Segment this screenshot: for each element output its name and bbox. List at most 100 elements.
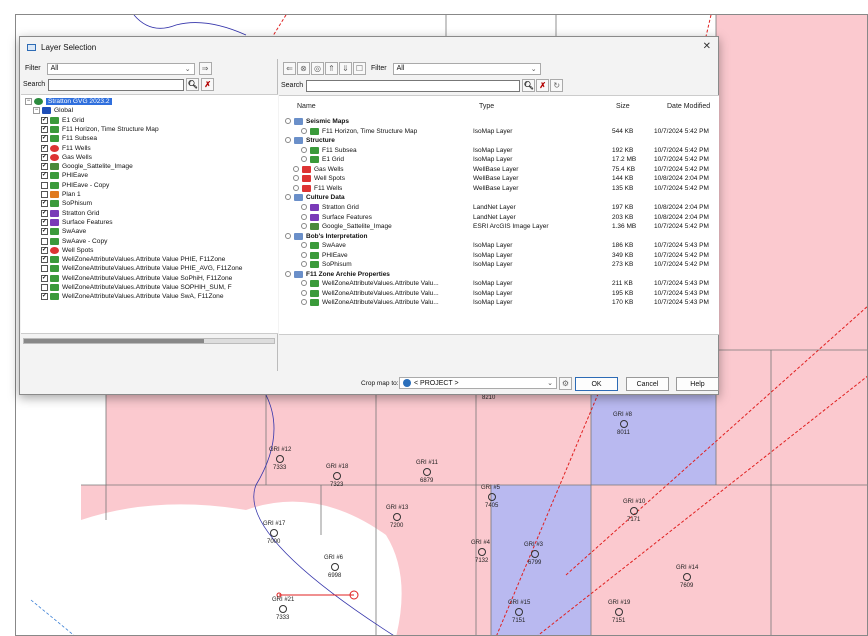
tree-item[interactable]: ✓ SwAave [41, 227, 86, 236]
layer-checkbox[interactable]: ✓ [41, 246, 48, 254]
table-row[interactable]: F11 Wells WellBase Layer 135 KB 10/7/2024 5… [279, 184, 719, 193]
visibility-icon[interactable] [293, 165, 299, 172]
well-symbol[interactable]: GRI #12 7333 [269, 447, 295, 475]
move-right-icon[interactable]: ⇒ [198, 62, 212, 75]
tree-item[interactable]: ✓ PHIEave [41, 171, 88, 180]
table-row[interactable]: E1 Grid IsoMap Layer 17.2 MB 10/7/2024 5:42… [279, 155, 719, 164]
table-row[interactable]: SwAave IsoMap Layer 186 KB 10/7/2024 5:43 P… [279, 241, 719, 250]
table-row[interactable]: WellZoneAttributeValues.Attribute Valu..… [279, 298, 719, 307]
visibility-icon[interactable] [301, 223, 307, 230]
layer-checkbox[interactable]: ✓ [41, 153, 48, 161]
column-header-date[interactable]: Date Modified [667, 103, 710, 110]
table-row[interactable]: F11 Horizon, Time Structure Map IsoMap La… [279, 127, 719, 136]
column-header-name[interactable]: Name [297, 103, 316, 110]
right-filter-dropdown[interactable]: All ⌄ [392, 62, 541, 75]
tree-item[interactable]: WellZoneAttributeValues.Attribute Value … [41, 283, 232, 292]
tree-item[interactable]: WellZoneAttributeValues.Attribute Value … [41, 264, 242, 273]
layer-checkbox[interactable]: ✓ [41, 293, 48, 301]
layer-checkbox[interactable]: ✓ [41, 228, 48, 236]
layer-checkbox[interactable]: ✓ [41, 116, 48, 124]
search-icon[interactable]: 🔍︎ [186, 78, 200, 91]
layer-checkbox[interactable]: ✓ [41, 135, 48, 143]
table-row[interactable]: SoPhisum IsoMap Layer 273 KB 10/7/2024 5:42… [279, 260, 719, 269]
crop-settings-icon[interactable]: ⚙ [559, 377, 572, 390]
group-row[interactable]: Culture Data [279, 193, 719, 202]
expand-icon[interactable]: − [33, 107, 40, 115]
properties-icon[interactable]: ☐ [353, 62, 366, 75]
layer-checkbox[interactable] [41, 181, 48, 189]
visibility-icon[interactable] [293, 184, 299, 191]
visibility-icon[interactable] [301, 242, 307, 249]
visibility-icon[interactable] [301, 146, 307, 153]
crop-dropdown[interactable]: < PROJECT > ⌄ [399, 377, 557, 389]
search-icon[interactable]: 🔍︎ [522, 79, 536, 92]
well-symbol[interactable]: GRI #21 7333 [272, 597, 298, 625]
visibility-icon[interactable] [301, 213, 307, 220]
layer-checkbox[interactable]: ✓ [41, 200, 48, 208]
layer-checkbox[interactable]: ✓ [41, 209, 48, 217]
tree-item[interactable]: ✓ F11 Horizon, Time Structure Map [41, 125, 159, 134]
visibility-icon[interactable] [301, 280, 307, 287]
layer-checkbox[interactable]: ✓ [41, 144, 48, 152]
layer-tree[interactable]: − Stratton GVG 2023.2− Global ✓ E1 Grid ✓ F11 … [21, 94, 278, 334]
table-row[interactable]: PHIEave IsoMap Layer 349 KB 10/7/2024 5:42 … [279, 251, 719, 260]
table-row[interactable]: Surface Features LandNet Layer 203 KB 10/8/… [279, 213, 719, 222]
table-row[interactable]: Well Spots WellBase Layer 144 KB 10/8/2024 … [279, 174, 719, 183]
table-row[interactable]: WellZoneAttributeValues.Attribute Valu..… [279, 289, 719, 298]
expand-icon[interactable] [285, 270, 291, 277]
layer-checkbox[interactable]: ✓ [41, 256, 48, 264]
visibility-icon[interactable] [301, 251, 307, 258]
group-row[interactable]: Bob's Interpretation [279, 232, 719, 241]
tree-item[interactable]: ✓ SoPhisum [41, 199, 92, 208]
column-header-size[interactable]: Size [616, 103, 630, 110]
tree-item[interactable]: ✓ WellZoneAttributeValues.Attribute Value… [41, 292, 224, 301]
horizontal-scrollbar[interactable] [23, 338, 275, 344]
layer-checkbox[interactable] [41, 265, 48, 273]
help-button[interactable]: Help [676, 377, 719, 391]
remove-icon[interactable]: ⊗ [297, 62, 310, 75]
visibility-icon[interactable] [301, 127, 307, 134]
visibility-icon[interactable] [301, 299, 307, 306]
move-left-icon[interactable]: ⇐ [283, 62, 296, 75]
expand-icon[interactable] [285, 118, 291, 124]
well-symbol[interactable]: GRI #13 7200 [386, 505, 412, 533]
well-symbol[interactable]: GRI #15 7151 [508, 600, 534, 628]
tree-item[interactable]: ✓ Gas Wells [41, 153, 92, 162]
layer-checkbox[interactable] [41, 284, 48, 291]
ok-button[interactable]: OK [575, 377, 618, 391]
tree-item[interactable]: ✓ Surface Features [41, 218, 113, 227]
clear-search-icon[interactable]: ✗ [201, 78, 215, 91]
layer-checkbox[interactable]: ✓ [41, 218, 48, 226]
well-symbol[interactable]: GRI #4 7132 [471, 540, 497, 568]
well-symbol[interactable]: GRI #11 6879 [416, 460, 442, 488]
group-row[interactable]: F11 Zone Archie Properties [279, 270, 719, 279]
layer-checkbox[interactable]: ✓ [41, 274, 48, 282]
tree-item[interactable]: ✓ Well Spots [41, 246, 93, 255]
expand-icon[interactable] [285, 137, 291, 144]
well-symbol[interactable]: GRI #6 6998 [324, 555, 350, 583]
tree-item[interactable]: ✓ E1 Grid [41, 116, 84, 125]
well-symbol[interactable]: GRI #14 7609 [676, 565, 702, 593]
tree-item[interactable]: ✓ F11 Wells [41, 144, 91, 153]
table-row[interactable]: Stratton Grid LandNet Layer 197 KB 10/8/202… [279, 203, 719, 212]
layer-checkbox[interactable]: ✓ [41, 163, 48, 171]
group-row[interactable]: Seismic Maps [279, 117, 719, 126]
tree-item[interactable]: PHIEave - Copy [41, 181, 109, 190]
tree-item[interactable]: ✓ F11 Subsea [41, 134, 97, 143]
table-row[interactable]: WellZoneAttributeValues.Attribute Valu..… [279, 279, 719, 288]
visibility-icon[interactable] [301, 261, 307, 268]
expand-icon[interactable]: − [25, 98, 32, 105]
tree-item[interactable]: ✓ WellZoneAttributeValues.Attribute Value… [41, 255, 225, 264]
visibility-icon[interactable] [293, 175, 299, 182]
scrollbar-thumb[interactable] [24, 339, 204, 343]
visibility-icon[interactable] [301, 289, 307, 296]
group-row[interactable]: Structure [279, 136, 719, 145]
well-symbol[interactable]: GRI #8 8011 [613, 412, 639, 440]
expand-icon[interactable] [285, 194, 291, 201]
left-filter-dropdown[interactable]: All ⌄ [46, 62, 195, 75]
layer-checkbox[interactable]: ✓ [41, 125, 48, 133]
table-row[interactable]: Gas Wells WellBase Layer 75.4 KB 10/7/2024 … [279, 165, 719, 174]
layer-grid[interactable]: Name Type Size Date Modified Seismic Map… [279, 95, 719, 335]
tree-item[interactable]: ✓ Google_Sattelite_Image [41, 162, 133, 171]
table-row[interactable]: Google_Sattelite_Image ESRI ArcGIS Image … [279, 222, 719, 231]
